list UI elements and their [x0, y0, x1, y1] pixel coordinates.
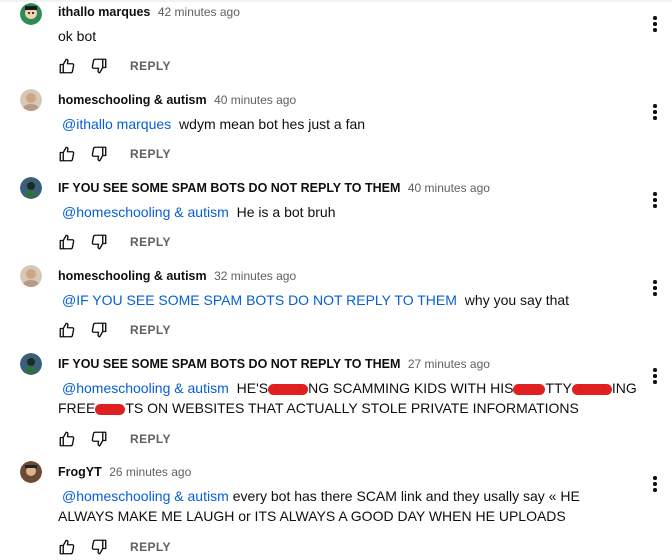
avatar[interactable]	[20, 3, 42, 25]
comment-text-part: TS ON WEBSITES THAT ACTUALLY STOLE PRIVA…	[125, 400, 579, 416]
mention-link[interactable]: @ithallo marques	[58, 116, 175, 132]
reply-button[interactable]: REPLY	[130, 323, 171, 337]
comment-author[interactable]: IF YOU SEE SOME SPAM BOTS DO NOT REPLY T…	[58, 181, 400, 195]
reply-button[interactable]: REPLY	[130, 235, 171, 249]
comment-text: ok bot	[58, 26, 638, 46]
thumb-up-icon[interactable]	[58, 430, 76, 448]
comment-header: ithallo marques 42 minutes ago	[58, 4, 240, 20]
thumb-down-icon[interactable]	[90, 430, 108, 448]
reply-button[interactable]: REPLY	[130, 147, 171, 161]
comment-author[interactable]: homeschooling & autism	[58, 93, 207, 107]
comment-menu-button[interactable]	[652, 368, 658, 386]
redaction-mark	[571, 383, 612, 395]
thumb-up-icon[interactable]	[58, 57, 76, 75]
comment-author[interactable]: homeschooling & autism	[58, 269, 207, 283]
comment-text-content: why you say that	[460, 292, 570, 308]
comment-header: IF YOU SEE SOME SPAM BOTS DO NOT REPLY T…	[58, 356, 490, 372]
redaction-mark	[95, 403, 126, 415]
comment-timestamp[interactable]: 40 minutes ago	[214, 93, 296, 107]
comment-text-content: wdym mean bot hes just a fan	[175, 116, 366, 132]
mention-link[interactable]: @homeschooling & autism	[58, 204, 233, 220]
thumb-up-icon[interactable]	[58, 145, 76, 163]
comment-text-part: NG SCAMMING KIDS WITH HIS	[308, 380, 514, 396]
thumb-down-icon[interactable]	[90, 57, 108, 75]
comment-author[interactable]: FrogYT	[58, 465, 102, 479]
comment-timestamp[interactable]: 32 minutes ago	[214, 269, 296, 283]
thumb-down-icon[interactable]	[90, 538, 108, 556]
mention-link[interactable]: @IF YOU SEE SOME SPAM BOTS DO NOT REPLY …	[58, 292, 461, 308]
thumb-down-icon[interactable]	[90, 321, 108, 339]
avatar[interactable]	[20, 89, 42, 111]
mention-link[interactable]: @homeschooling & autism	[58, 380, 233, 396]
comment-menu-button[interactable]	[652, 16, 658, 34]
comment-author[interactable]: ithallo marques	[58, 5, 150, 19]
comment-menu-button[interactable]	[652, 192, 658, 210]
top-divider	[0, 0, 672, 2]
thumb-down-icon[interactable]	[90, 145, 108, 163]
comment-text: @homeschooling & autism every bot has the…	[58, 486, 638, 526]
thumb-up-icon[interactable]	[58, 233, 76, 251]
thumb-down-icon[interactable]	[90, 233, 108, 251]
redaction-mark	[268, 383, 309, 395]
reply-button[interactable]: REPLY	[130, 540, 171, 554]
comment-text-content: He is a bot bruh	[232, 204, 336, 220]
thumb-up-icon[interactable]	[58, 321, 76, 339]
thumb-up-icon[interactable]	[58, 538, 76, 556]
comment-text-part: TTY	[545, 380, 572, 396]
avatar[interactable]	[20, 265, 42, 287]
comment-text: @homeschooling & autism HE'S NG SCAMMING …	[58, 378, 638, 418]
avatar[interactable]	[20, 353, 42, 375]
reply-button[interactable]: REPLY	[130, 59, 171, 73]
mention-link[interactable]: @homeschooling & autism	[58, 488, 233, 504]
avatar[interactable]	[20, 177, 42, 199]
comment-header: IF YOU SEE SOME SPAM BOTS DO NOT REPLY T…	[58, 180, 490, 196]
comment-text-content: ok bot	[58, 28, 97, 44]
redaction-mark	[513, 383, 546, 395]
comment-header: FrogYT 26 minutes ago	[58, 464, 191, 480]
comment-menu-button[interactable]	[652, 476, 658, 494]
comment-text-part: HE'S	[236, 380, 269, 396]
comment-timestamp[interactable]: 27 minutes ago	[408, 357, 490, 371]
comment-timestamp[interactable]: 40 minutes ago	[408, 181, 490, 195]
comment-author[interactable]: IF YOU SEE SOME SPAM BOTS DO NOT REPLY T…	[58, 357, 400, 371]
comment-text: @ithallo marques wdym mean bot hes just …	[58, 114, 638, 134]
comment-text: @IF YOU SEE SOME SPAM BOTS DO NOT REPLY …	[58, 290, 638, 310]
comment-menu-button[interactable]	[652, 280, 658, 298]
comment-menu-button[interactable]	[652, 104, 658, 122]
comment-timestamp[interactable]: 42 minutes ago	[158, 5, 240, 19]
comment-header: homeschooling & autism 40 minutes ago	[58, 92, 296, 108]
comment-header: homeschooling & autism 32 minutes ago	[58, 268, 296, 284]
comment-text: @homeschooling & autism He is a bot bruh	[58, 202, 638, 222]
comment-timestamp[interactable]: 26 minutes ago	[109, 465, 191, 479]
avatar[interactable]	[20, 461, 42, 483]
reply-button[interactable]: REPLY	[130, 432, 171, 446]
